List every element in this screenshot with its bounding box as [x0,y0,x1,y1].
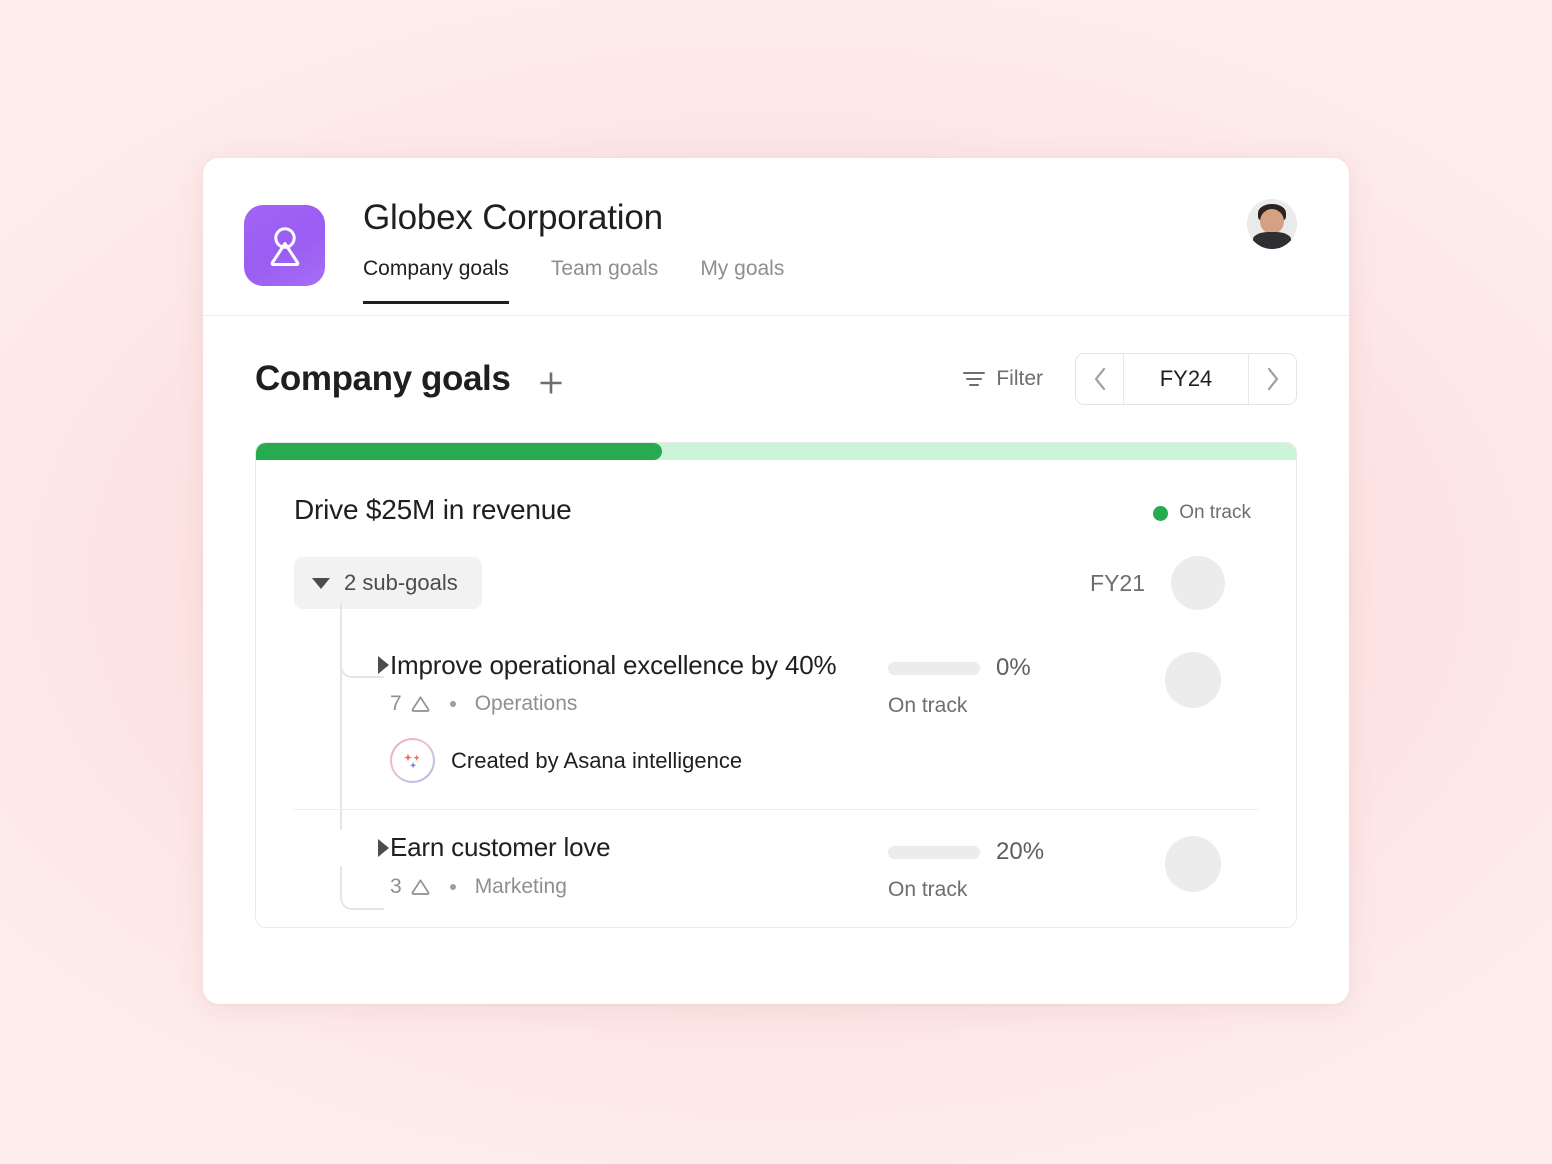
ai-credit-row: Created by Asana intelligence [390,738,1258,783]
subgoal-title[interactable]: Improve operational excellence by 40% [390,651,1258,679]
subgoal-team: Operations [474,692,578,716]
period-value[interactable]: FY24 [1123,354,1249,404]
goal-status-label: On track [1179,502,1251,523]
add-goal-button[interactable] [534,366,568,400]
subgoals-row: 2 sub-goals FY21 [294,550,1258,616]
period-picker: FY24 [1075,353,1297,405]
subgoal-count-value: 7 [390,692,402,716]
subgoal-row: Earn customer love 3 Marketing 20% On tr… [294,809,1258,927]
chevron-right-icon[interactable] [378,839,389,858]
subgoal-owner-avatar[interactable] [1165,652,1221,708]
period-next-button[interactable] [1249,354,1296,404]
subgoal-count: 3 [390,875,431,899]
subgoal-progress-track [888,661,980,675]
goal-meta: FY21 [1090,556,1225,610]
page-title: Company goals [255,359,511,398]
subgoal-row: Improve operational excellence by 40% 7 [294,628,1258,809]
goal-time-period: FY21 [1090,569,1145,596]
subgoal-metrics: 0% On track [888,654,1098,718]
subgoal-progress-label: 20% [996,838,1045,866]
person-avatar-icon [265,224,305,268]
header-controls: Filter FY24 [962,353,1297,405]
filter-label: Filter [996,367,1043,390]
subgoal-metrics: 20% On track [888,838,1098,902]
chevron-left-icon [1092,366,1108,392]
subgoal-status-label: On track [888,694,968,717]
avatar-image [1247,199,1297,249]
goal-owner-avatar[interactable] [1171,556,1225,610]
subgoal-count-value: 3 [390,874,402,898]
subgoal-progress-row: 20% [888,838,1098,866]
goal-title[interactable]: Drive $25M in revenue [294,494,1258,526]
filter-icon [962,368,986,390]
chevron-right-icon [1265,366,1281,392]
tree-elbow-connector [340,866,384,911]
subgoal-progress-label: 0% [996,654,1031,681]
separator-dot [449,883,456,890]
subgoal-meta: 3 Marketing [390,875,1258,899]
goal-card: Drive $25M in revenue On track 2 sub-goa… [255,442,1297,929]
period-prev-button[interactable] [1076,354,1123,404]
org-logo [244,205,325,286]
subgoal-title[interactable]: Earn customer love [390,833,1258,861]
subgoal-meta: 7 Operations [390,692,1258,716]
chevron-down-icon [312,577,330,589]
goal-triangle-icon [410,694,431,714]
subgoal-progress-track [888,845,980,859]
goal-triangle-icon [410,877,431,897]
plus-icon [537,369,565,397]
filter-button[interactable]: Filter [962,367,1043,391]
tab-company-goals[interactable]: Company goals [363,257,509,304]
subgoal-count: 7 [390,692,431,716]
goal-progress-track [256,443,1296,460]
subgoal-status-label: On track [888,878,968,902]
header-user-avatar[interactable] [1247,199,1297,249]
separator-dot [449,701,456,708]
page-background: Globex Corporation Company goals Team go… [0,0,1552,1164]
goal-status-badge: On track [1153,502,1251,524]
page-body: Company goals Filter FY24 Drive $25M in … [203,316,1349,929]
app-window: Globex Corporation Company goals Team go… [203,158,1349,1004]
goal-progress-fill [256,443,662,460]
app-header: Globex Corporation Company goals Team go… [203,158,1349,316]
subgoal-owner-avatar[interactable] [1165,836,1221,893]
subgoals-count-label: 2 sub-goals [344,570,458,595]
sparkles-icon [390,738,435,783]
ai-credit-label: Created by Asana intelligence [451,747,743,773]
tab-team-goals[interactable]: Team goals [551,257,658,304]
subgoal-progress-row: 0% [888,654,1098,682]
subgoal-team: Marketing [474,874,567,898]
page-title-row: Company goals Filter FY24 [255,316,1297,442]
goal-main: Drive $25M in revenue On track 2 sub-goa… [256,460,1296,927]
chevron-right-icon[interactable] [378,656,389,674]
org-title: Globex Corporation [363,198,663,237]
tab-my-goals[interactable]: My goals [700,257,784,304]
main-tabs: Company goals Team goals My goals [363,257,826,304]
subgoal-list: Improve operational excellence by 40% 7 [294,602,1258,927]
status-dot-icon [1153,505,1169,521]
subgoals-toggle[interactable]: 2 sub-goals [294,557,482,609]
